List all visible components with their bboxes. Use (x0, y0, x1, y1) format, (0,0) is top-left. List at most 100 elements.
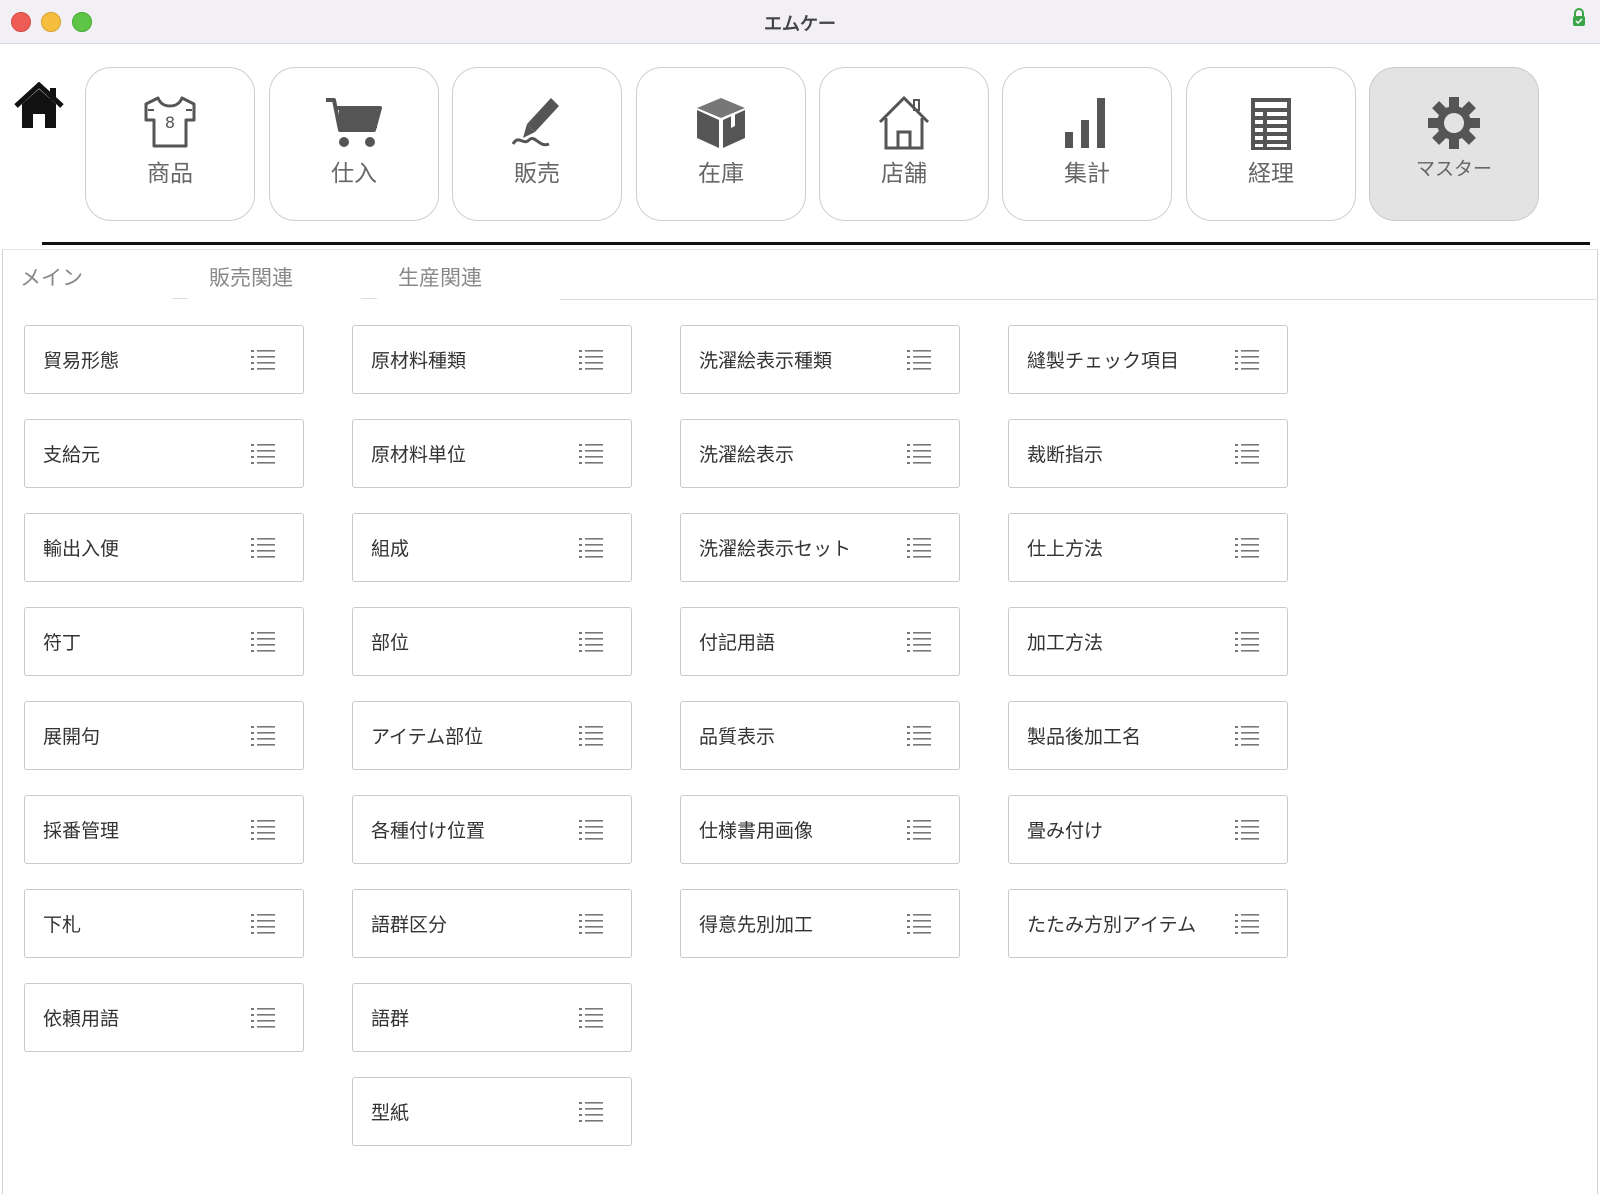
pen-icon (511, 98, 559, 147)
master-item-label: 展開句 (43, 726, 101, 748)
list-icon (579, 1102, 603, 1122)
nav-label: 店舗 (881, 161, 927, 187)
tab-main[interactable]: メイン (20, 262, 83, 292)
tab-production-related[interactable]: 生産関連 (398, 262, 482, 292)
nav-label: 仕入 (331, 161, 377, 187)
master-item-label: 洗濯絵表示種類 (699, 350, 833, 372)
master-item-label: 付記用語 (699, 632, 776, 654)
master-item-button[interactable]: 支給元 (24, 419, 304, 488)
master-item-button[interactable]: 仕上方法 (1008, 513, 1288, 582)
nav-label: 集計 (1064, 161, 1110, 187)
master-item-label: 仕様書用画像 (699, 820, 814, 842)
master-item-button[interactable]: 仕様書用画像 (680, 795, 960, 864)
nav-label: 在庫 (698, 161, 744, 187)
master-item-button[interactable]: 畳み付け (1008, 795, 1288, 864)
master-item-label: 得意先別加工 (699, 914, 814, 936)
list-icon (907, 820, 931, 840)
list-icon (907, 538, 931, 558)
list-icon (579, 1008, 603, 1028)
master-item-button[interactable]: 貿易形態 (24, 325, 304, 394)
nav-label: 販売 (514, 161, 560, 187)
master-item-button[interactable]: アイテム部位 (352, 701, 632, 770)
nav-label: 商品 (147, 161, 193, 187)
ledger-icon (1251, 98, 1291, 150)
master-item-label: 下札 (43, 914, 82, 936)
nav-label: マスター (1415, 158, 1492, 180)
nav-button-sales[interactable]: 販売 (452, 67, 622, 221)
list-icon (251, 350, 275, 370)
lock-icon (1573, 8, 1585, 26)
master-item-button[interactable]: 採番管理 (24, 795, 304, 864)
master-item-label: 組成 (371, 538, 410, 560)
nav-button-master[interactable]: マスター (1369, 67, 1539, 221)
master-item-label: 依頼用語 (43, 1008, 120, 1030)
list-icon (251, 726, 275, 746)
master-item-label: 型紙 (371, 1102, 410, 1124)
master-item-label: 品質表示 (699, 726, 776, 748)
home-icon[interactable] (14, 82, 64, 130)
list-icon (579, 632, 603, 652)
nav-button-store[interactable]: 店舗 (819, 67, 989, 221)
list-icon (251, 820, 275, 840)
master-item-button[interactable]: 組成 (352, 513, 632, 582)
nav-button-accounting[interactable]: 経理 (1186, 67, 1356, 221)
master-item-button[interactable]: 語群 (352, 983, 632, 1052)
tab-sales-related[interactable]: 販売関連 (209, 262, 293, 292)
master-item-label: 畳み付け (1027, 820, 1104, 842)
master-item-button[interactable]: 展開句 (24, 701, 304, 770)
nav-button-summary[interactable]: 集計 (1002, 67, 1172, 221)
nav-button-products[interactable]: 8 商品 (85, 67, 255, 221)
master-item-button[interactable]: 下札 (24, 889, 304, 958)
nav-button-inventory[interactable]: 在庫 (636, 67, 806, 221)
master-item-label: 語群区分 (371, 914, 448, 936)
list-icon (579, 350, 603, 370)
master-item-button[interactable]: たたみ方別アイテム (1008, 889, 1288, 958)
list-icon (907, 350, 931, 370)
list-icon (579, 820, 603, 840)
cart-icon (326, 98, 382, 147)
master-item-button[interactable]: 裁断指示 (1008, 419, 1288, 488)
master-item-button[interactable]: 洗濯絵表示 (680, 419, 960, 488)
master-item-label: 貿易形態 (43, 350, 120, 372)
master-item-button[interactable]: 洗濯絵表示セット (680, 513, 960, 582)
list-icon (907, 444, 931, 464)
master-item-label: 符丁 (43, 632, 82, 654)
master-item-button[interactable]: 輸出入便 (24, 513, 304, 582)
master-item-button[interactable]: 付記用語 (680, 607, 960, 676)
master-item-label: アイテム部位 (371, 726, 484, 748)
list-icon (1235, 820, 1259, 840)
master-item-label: 仕上方法 (1027, 538, 1104, 560)
master-item-label: 支給元 (43, 444, 101, 466)
tab-bar-line (560, 299, 1598, 300)
master-item-button[interactable]: 型紙 (352, 1077, 632, 1146)
list-icon (579, 914, 603, 934)
bar-chart-icon (1065, 98, 1105, 148)
master-item-button[interactable]: 依頼用語 (24, 983, 304, 1052)
master-item-button[interactable]: 品質表示 (680, 701, 960, 770)
master-item-button[interactable]: 部位 (352, 607, 632, 676)
master-item-label: 部位 (371, 632, 410, 654)
master-item-label: 原材料単位 (371, 444, 467, 466)
master-item-button[interactable]: 原材料種類 (352, 325, 632, 394)
nav-button-purchase[interactable]: 仕入 (269, 67, 439, 221)
master-item-button[interactable]: 製品後加工名 (1008, 701, 1288, 770)
master-item-button[interactable]: 洗濯絵表示種類 (680, 325, 960, 394)
master-item-button[interactable]: 符丁 (24, 607, 304, 676)
master-item-button[interactable]: 縫製チェック項目 (1008, 325, 1288, 394)
master-item-button[interactable]: 原材料単位 (352, 419, 632, 488)
list-icon (1235, 350, 1259, 370)
master-item-button[interactable]: 得意先別加工 (680, 889, 960, 958)
master-item-label: 輸出入便 (43, 538, 120, 560)
list-icon (251, 632, 275, 652)
shirt-icon: 8 (144, 96, 196, 148)
list-icon (1235, 726, 1259, 746)
master-item-button[interactable]: 加工方法 (1008, 607, 1288, 676)
list-icon (579, 444, 603, 464)
list-icon (907, 632, 931, 652)
list-icon (251, 914, 275, 934)
list-icon (251, 538, 275, 558)
list-icon (1235, 914, 1259, 934)
master-item-button[interactable]: 各種付け位置 (352, 795, 632, 864)
master-item-button[interactable]: 語群区分 (352, 889, 632, 958)
header-separator (42, 242, 1590, 245)
